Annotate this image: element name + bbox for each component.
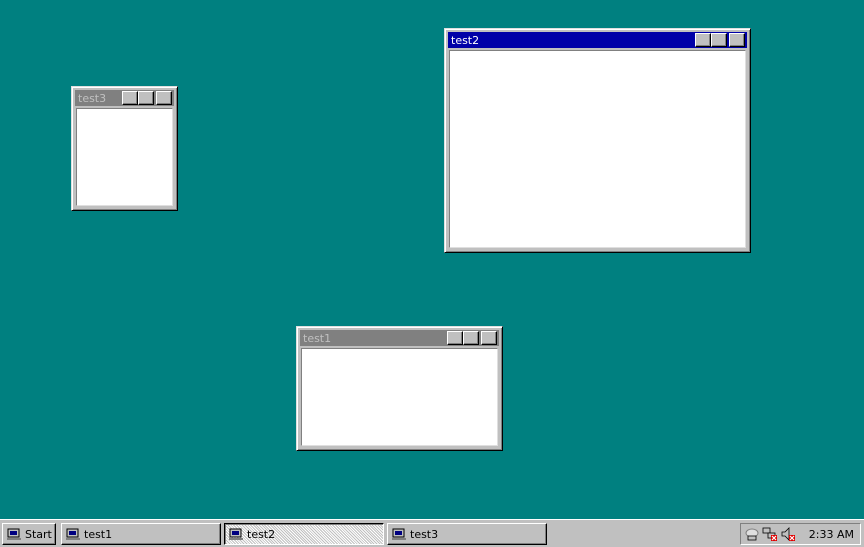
- maximize-button[interactable]: [711, 33, 727, 47]
- close-button[interactable]: [729, 33, 745, 47]
- window-test1[interactable]: test1: [296, 326, 503, 451]
- window-title: test1: [303, 331, 332, 345]
- window-title: test3: [78, 91, 107, 105]
- taskbar-button-label: test1: [84, 527, 113, 541]
- client-area-test1[interactable]: [301, 348, 498, 446]
- client-area-test2[interactable]: [449, 50, 746, 248]
- network-disconnected-icon[interactable]: [762, 526, 778, 542]
- computer-icon: [392, 528, 406, 540]
- close-button[interactable]: [481, 331, 497, 345]
- taskbar-button-label: test3: [410, 527, 439, 541]
- system-tray: 2:33 AM: [740, 523, 861, 545]
- titlebar-test2[interactable]: test2: [448, 32, 747, 48]
- volume-muted-icon[interactable]: [780, 526, 796, 542]
- minimize-button[interactable]: [695, 33, 711, 47]
- maximize-button[interactable]: [138, 91, 154, 105]
- window-test3[interactable]: test3: [71, 86, 178, 211]
- network-cloud-icon[interactable]: [744, 526, 760, 542]
- computer-icon: [7, 528, 21, 540]
- client-area-test3[interactable]: [76, 108, 173, 206]
- titlebar-test3[interactable]: test3: [75, 90, 174, 106]
- start-button[interactable]: Start: [2, 523, 56, 545]
- taskbar-button-label: test2: [247, 527, 276, 541]
- minimize-button[interactable]: [447, 331, 463, 345]
- maximize-button[interactable]: [463, 331, 479, 345]
- taskbar-button-test2[interactable]: test2: [224, 523, 384, 545]
- computer-icon: [66, 528, 80, 540]
- computer-icon: [229, 528, 243, 540]
- taskbar: Start test1 test2 test3 2:33 AM: [0, 519, 864, 547]
- start-label: Start: [25, 527, 52, 541]
- close-button[interactable]: [156, 91, 172, 105]
- clock[interactable]: 2:33 AM: [809, 528, 854, 541]
- taskbar-button-test3[interactable]: test3: [387, 523, 547, 545]
- minimize-button[interactable]: [122, 91, 138, 105]
- titlebar-test1[interactable]: test1: [300, 330, 499, 346]
- window-title: test2: [451, 33, 480, 47]
- desktop: test3 test2 test1: [0, 0, 864, 519]
- taskbar-button-test1[interactable]: test1: [61, 523, 221, 545]
- window-test2[interactable]: test2: [444, 28, 751, 253]
